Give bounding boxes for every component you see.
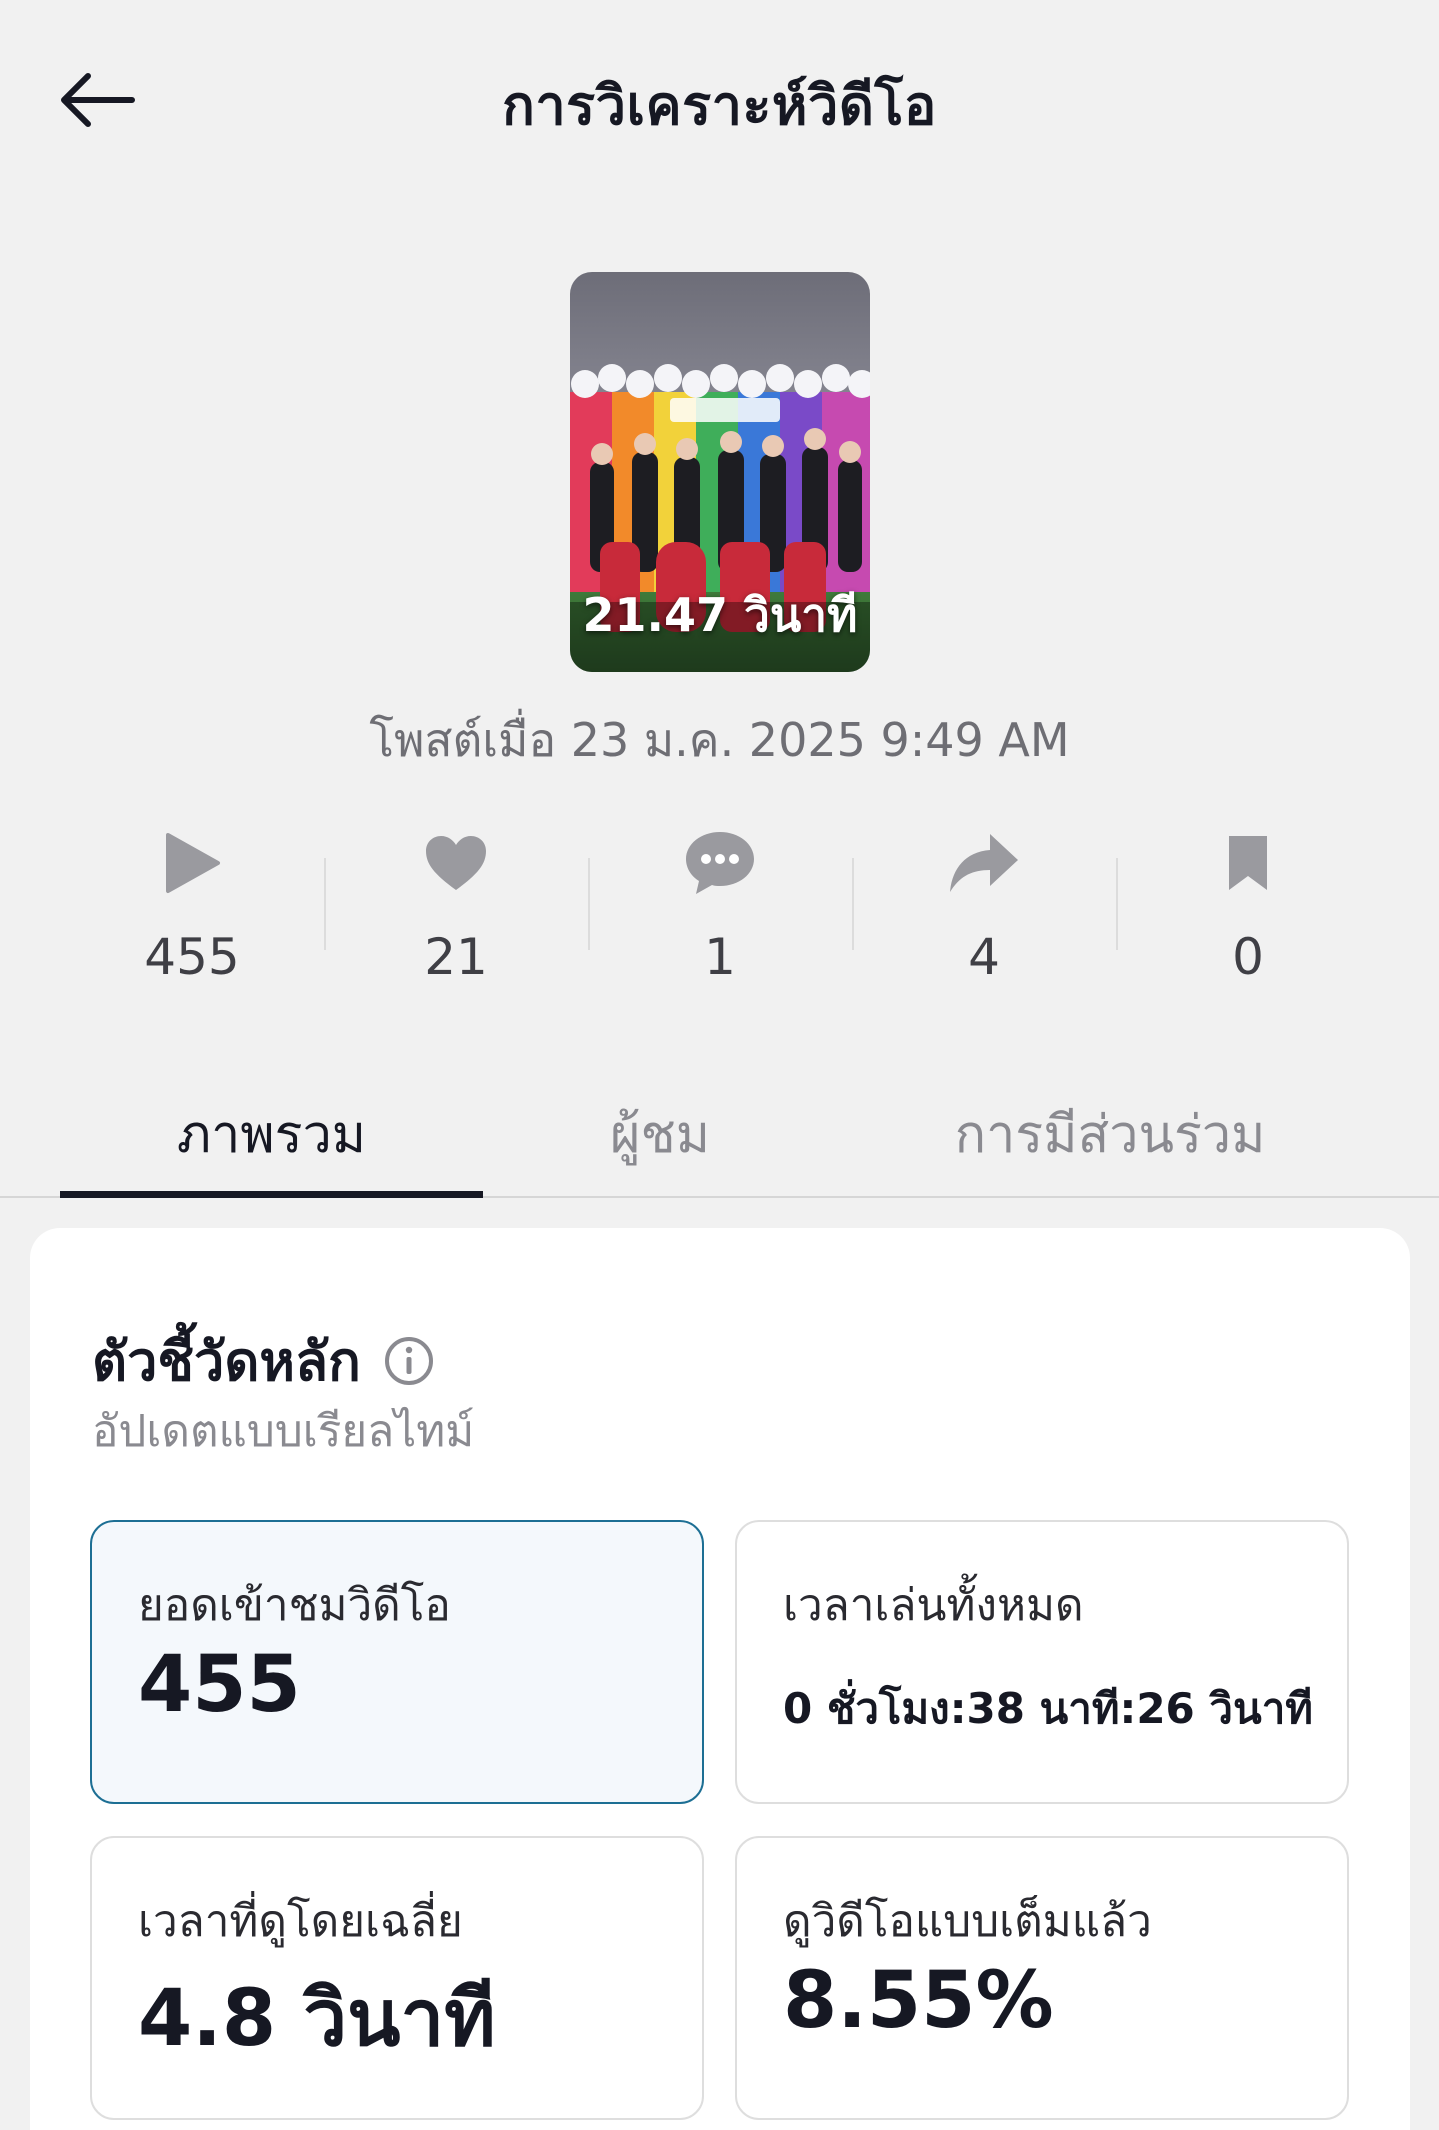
play-icon [166,833,220,893]
metric-value: 0 ชั่วโมง:38 นาที:26 วินาที [783,1684,1313,1733]
key-metrics-subtitle: อัปเดตแบบเรียลไทม์ [92,1406,475,1457]
stats-row: 455 21 1 4 0 [60,820,1380,1000]
comment-icon [686,832,754,894]
key-metrics-title: ตัวชี้วัดหลัก [92,1330,361,1393]
info-icon[interactable] [383,1335,435,1387]
key-metrics-header: ตัวชี้วัดหลัก [92,1318,435,1404]
metric-value: 455 [138,1640,301,1730]
metric-label: ดูวิดีโอแบบเต็มแล้ว [783,1896,1152,1947]
key-metrics-card: ตัวชี้วัดหลัก อัปเดตแบบเรียลไทม์ ยอดเข้า… [30,1228,1410,2130]
stat-comments: 1 [588,820,852,1000]
shares-count: 4 [968,928,1000,986]
likes-count: 21 [424,928,488,986]
stat-likes: 21 [324,820,588,1000]
metric-video-views[interactable]: ยอดเข้าชมวิดีโอ 455 [90,1520,704,1804]
stat-plays: 455 [60,820,324,1000]
video-analytics-page: การวิเคราะห์วิดีโอ 21.47 วินาที โพสต์เมื… [0,0,1439,2130]
tab-audience[interactable]: ผู้ชม [540,1070,780,1196]
header: การวิเคราะห์วิดีโอ [0,0,1439,200]
video-thumbnail[interactable]: 21.47 วินาที [570,272,870,672]
metric-value: 4.8 วินาที [138,1974,496,2064]
metric-average-watch-time[interactable]: เวลาที่ดูโดยเฉลี่ย 4.8 วินาที [90,1836,704,2120]
metric-label: เวลาเล่นทั้งหมด [783,1580,1084,1631]
tab-engagement[interactable]: การมีส่วนร่วม [900,1070,1320,1196]
bookmark-icon [1229,836,1267,890]
page-title: การวิเคราะห์วิดีโอ [502,74,937,137]
video-duration: 21.47 วินาที [582,588,858,642]
stat-saves: 0 [1116,820,1380,1000]
heart-icon [426,836,486,890]
metric-total-play-time[interactable]: เวลาเล่นทั้งหมด 0 ชั่วโมง:38 นาที:26 วิน… [735,1520,1349,1804]
stat-shares: 4 [852,820,1116,1000]
metric-full-video-watched[interactable]: ดูวิดีโอแบบเต็มแล้ว 8.55% [735,1836,1349,2120]
tab-overview[interactable]: ภาพรวม [60,1070,483,1198]
metric-label: ยอดเข้าชมวิดีโอ [138,1580,451,1631]
posted-date: โพสต์เมื่อ 23 ม.ค. 2025 9:49 AM [369,713,1070,767]
comments-count: 1 [704,928,736,986]
metric-label: เวลาที่ดูโดยเฉลี่ย [138,1896,463,1947]
share-icon [950,834,1018,892]
metric-value: 8.55% [783,1956,1054,2046]
analytics-tabs: ภาพรวม ผู้ชม การมีส่วนร่วม [0,1070,1439,1198]
plays-count: 455 [144,928,240,986]
saves-count: 0 [1232,928,1264,986]
